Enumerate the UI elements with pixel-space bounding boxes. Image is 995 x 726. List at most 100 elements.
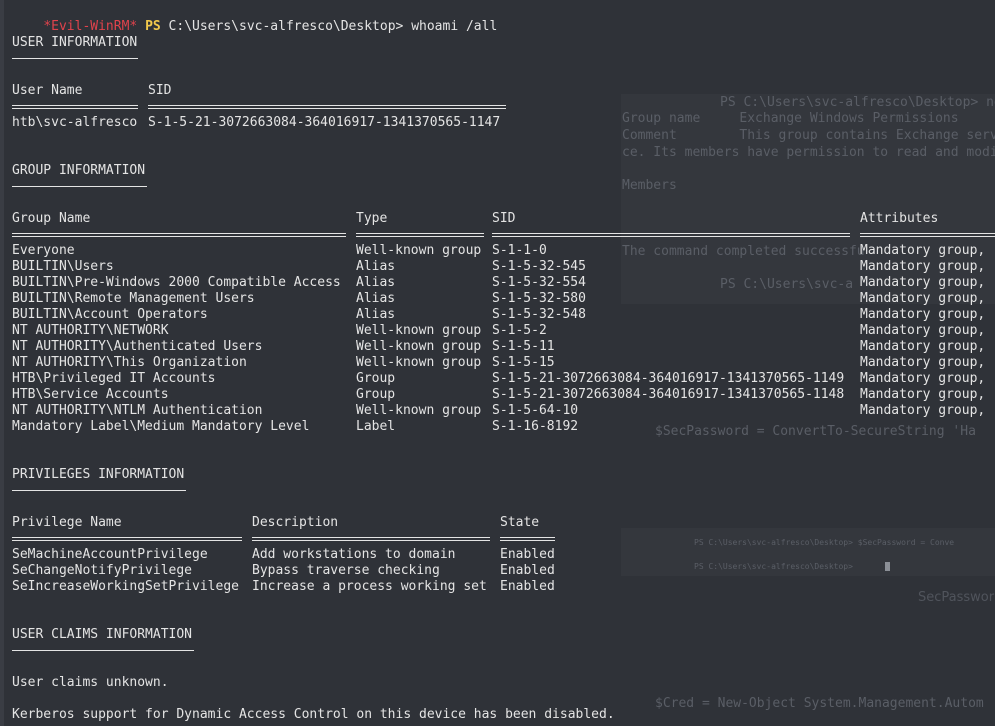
group-type-cell: Alias — [356, 291, 396, 306]
group-name-cell: BUILTIN\Users — [12, 259, 114, 274]
group-name-cell: HTB\Service Accounts — [12, 387, 169, 402]
group-attributes-cell: Mandatory group, — [860, 387, 986, 402]
group-sid-header: SID — [492, 211, 516, 226]
group-name-cell: BUILTIN\Account Operators — [12, 307, 208, 322]
group-attributes-cell: Mandatory group, — [860, 307, 986, 322]
group-info-title: GROUP INFORMATION — [12, 163, 146, 178]
group-type-cell: Well-known group — [356, 339, 482, 354]
background-prompt-line: PS C:\Users\svc-alfresco\Desktop> ne — [720, 95, 995, 110]
privilege-name-cell: SeMachineAccountPrivilege — [12, 547, 208, 562]
prompt-line: *Evil-WinRM* PS C:\Users\svc-alfresco\De… — [12, 3, 497, 34]
background-comment-line-2: ce. Its members have permission to read … — [622, 145, 995, 160]
terminal-window[interactable]: PS C:\Users\svc-alfresco\Desktop> ne Gro… — [0, 0, 995, 726]
background-prompt-line-2: PS C:\Users\svc-a — [720, 277, 854, 292]
group-name-cell: NT AUTHORITY\Authenticated Users — [12, 339, 263, 354]
group-name-cell: NT AUTHORITY\NTLM Authentication — [12, 403, 263, 418]
group-name-header-rule — [12, 233, 346, 237]
group-name-cell: NT AUTHORITY\NETWORK — [12, 323, 169, 338]
privilege-name-header: Privilege Name — [12, 515, 122, 530]
group-name-cell: HTB\Privileged IT Accounts — [12, 371, 216, 386]
privileges-info-underline — [12, 490, 186, 491]
background-secpassword-label: SecPasswor — [918, 590, 995, 605]
group-attributes-cell: Mandatory group, — [860, 403, 986, 418]
background-small-line-1: PS C:\Users\svc-alfresco\Desktop> $SecPa… — [694, 538, 955, 547]
group-attributes-cell: Mandatory group, — [860, 355, 986, 370]
group-sid-cell: S-1-5-32-548 — [492, 307, 586, 322]
prompt-path: C:\Users\svc-alfresco\Desktop> — [168, 19, 404, 34]
group-attributes-cell: Mandatory group, — [860, 259, 986, 274]
group-type-cell: Alias — [356, 307, 396, 322]
prompt-host: *Evil-WinRM* — [43, 19, 138, 34]
claims-info-title: USER CLAIMS INFORMATION — [12, 627, 193, 642]
group-sid-cell: S-1-16-8192 — [492, 419, 579, 434]
group-attributes-cell: Mandatory group, — [860, 243, 986, 258]
privilege-description-header: Description — [252, 515, 339, 530]
group-attributes-cell: Mandatory group, — [860, 371, 986, 386]
background-cursor — [885, 562, 890, 571]
background-group-name-line: Group name Exchange Windows Permissions — [622, 111, 959, 126]
privilege-description-cell: Bypass traverse checking — [252, 563, 440, 578]
group-type-cell: Label — [356, 419, 396, 434]
group-sid-cell: S-1-5-32-545 — [492, 259, 586, 274]
group-attributes-header: Attributes — [860, 211, 939, 226]
group-name-header: Group Name — [12, 211, 91, 226]
kerberos-text: Kerberos support for Dynamic Access Cont… — [12, 707, 615, 722]
background-members-line: Members — [622, 178, 677, 193]
background-secpassword-line: $SecPassword = ConvertTo-SecureString 'H… — [655, 424, 976, 439]
group-sid-cell: S-1-5-21-3072663084-364016917-1341370565… — [492, 371, 845, 386]
privilege-description-cell: Increase a process working set — [252, 579, 487, 594]
group-sid-cell: S-1-1-0 — [492, 243, 547, 258]
group-type-cell: Group — [356, 387, 396, 402]
privilege-state-header: State — [500, 515, 540, 530]
privilege-name-cell: SeIncreaseWorkingSetPrivilege — [12, 579, 239, 594]
group-name-cell: Everyone — [12, 243, 75, 258]
group-type-cell: Alias — [356, 259, 396, 274]
user-sid-header-rule — [148, 105, 506, 109]
group-info-underline — [12, 186, 147, 187]
group-sid-cell: S-1-5-11 — [492, 339, 555, 354]
privilege-description-cell: Add workstations to domain — [252, 547, 456, 562]
background-small-line-2: PS C:\Users\svc-alfresco\Desktop> — [694, 562, 858, 571]
group-attributes-cell: Mandatory group, — [860, 291, 986, 306]
privilege-name-header-rule — [12, 537, 242, 541]
privileges-info-title: PRIVILEGES INFORMATION — [12, 467, 185, 482]
group-sid-cell: S-1-5-64-10 — [492, 403, 579, 418]
group-name-cell: NT AUTHORITY\This Organization — [12, 355, 247, 370]
group-sid-header-rule — [492, 233, 850, 237]
background-comment-line: Comment This group contains Exchange ser… — [622, 128, 995, 143]
privilege-description-header-rule — [252, 537, 490, 541]
user-name-header-rule — [12, 105, 138, 109]
group-type-header: Type — [356, 211, 388, 226]
claims-unknown-text: User claims unknown. — [12, 675, 169, 690]
terminal-left-border — [0, 0, 4, 726]
group-sid-cell: S-1-5-2 — [492, 323, 547, 338]
claims-info-underline — [12, 650, 194, 651]
group-type-cell: Group — [356, 371, 396, 386]
group-type-cell: Well-known group — [356, 323, 482, 338]
group-type-header-rule — [356, 233, 484, 237]
group-name-cell: Mandatory Label\Medium Mandatory Level — [12, 419, 310, 434]
group-sid-cell: S-1-5-15 — [492, 355, 555, 370]
background-cred-line: $Cred = New-Object System.Management.Aut… — [655, 696, 984, 711]
group-type-cell: Alias — [356, 275, 396, 290]
group-type-cell: Well-known group — [356, 355, 482, 370]
user-name-value: htb\svc-alfresco — [12, 115, 138, 130]
user-info-underline — [12, 58, 138, 59]
privilege-state-cell: Enabled — [500, 547, 555, 562]
group-attributes-cell: Mandatory group, — [860, 275, 986, 290]
group-type-cell: Well-known group — [356, 243, 482, 258]
user-sid-value: S-1-5-21-3072663084-364016917-1341370565… — [148, 115, 501, 130]
prompt-ps: PS — [145, 19, 161, 34]
privilege-name-cell: SeChangeNotifyPrivilege — [12, 563, 193, 578]
group-sid-cell: S-1-5-32-580 — [492, 291, 586, 306]
group-sid-cell: S-1-5-21-3072663084-364016917-1341370565… — [492, 387, 845, 402]
group-name-cell: BUILTIN\Pre-Windows 2000 Compatible Acce… — [12, 275, 341, 290]
group-attributes-cell: Mandatory group, — [860, 339, 986, 354]
prompt-command: whoami /all — [411, 19, 498, 34]
privilege-state-header-rule — [500, 537, 555, 541]
user-info-title: USER INFORMATION — [12, 35, 138, 50]
group-name-cell: BUILTIN\Remote Management Users — [12, 291, 255, 306]
user-sid-header: SID — [148, 83, 172, 98]
background-completed-line: The command completed successfu — [622, 244, 865, 259]
group-sid-cell: S-1-5-32-554 — [492, 275, 586, 290]
